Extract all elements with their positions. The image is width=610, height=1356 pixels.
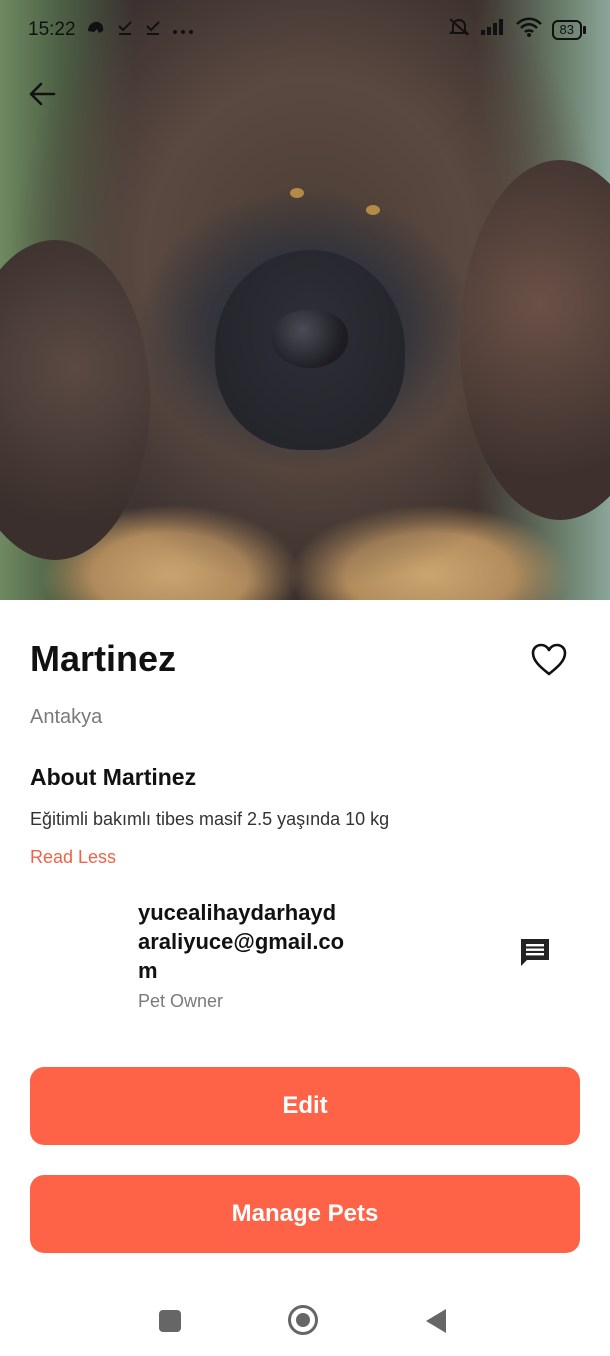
nav-home-icon[interactable] <box>288 1305 318 1335</box>
pet-name: Martinez <box>30 638 177 679</box>
message-owner-button[interactable] <box>518 936 552 970</box>
photo-nose <box>272 310 348 368</box>
owner-email: yucealihaydarhaydaraliyuce@gmail.com <box>138 900 345 983</box>
battery-indicator: 83 <box>551 20 587 40</box>
pet-location: Antakya <box>30 706 103 728</box>
nav-home-dot <box>296 1313 310 1327</box>
notification-icon <box>86 19 106 41</box>
owner-info: yucealihaydarhaydaraliyuce@gmail.com Pet… <box>138 898 348 1012</box>
status-bar: 15:22 83 <box>0 12 610 48</box>
signal-icon <box>480 18 506 42</box>
about-text: Eğitimli bakımlı tibes masif 2.5 yaşında… <box>30 809 390 829</box>
back-button[interactable] <box>24 76 60 112</box>
owner-role: Pet Owner <box>138 991 224 1011</box>
back-arrow-icon <box>29 82 56 106</box>
system-nav-bar <box>0 1290 610 1350</box>
photo-fur-right <box>460 160 610 520</box>
nav-back-icon[interactable] <box>426 1309 446 1333</box>
status-time: 15:22 <box>28 19 76 40</box>
edit-button[interactable]: Edit <box>30 1067 580 1145</box>
heart-outline-icon <box>531 643 567 676</box>
wifi-icon <box>515 17 542 43</box>
photo-eye-left <box>290 188 304 198</box>
nav-recents-icon[interactable] <box>159 1310 181 1332</box>
photo-fur-left <box>0 240 150 560</box>
pet-photo <box>0 0 610 600</box>
photo-eye-right <box>366 205 380 215</box>
favorite-button[interactable] <box>529 640 569 680</box>
manage-pets-button[interactable]: Manage Pets <box>30 1175 580 1253</box>
more-notifications-icon <box>172 19 194 41</box>
mute-icon <box>448 17 470 43</box>
about-heading: About Martinez <box>30 764 197 790</box>
download-done-icon <box>116 18 134 42</box>
chat-icon <box>521 939 549 966</box>
read-less-link[interactable]: Read Less <box>30 847 116 868</box>
download-done-icon-2 <box>144 18 162 42</box>
